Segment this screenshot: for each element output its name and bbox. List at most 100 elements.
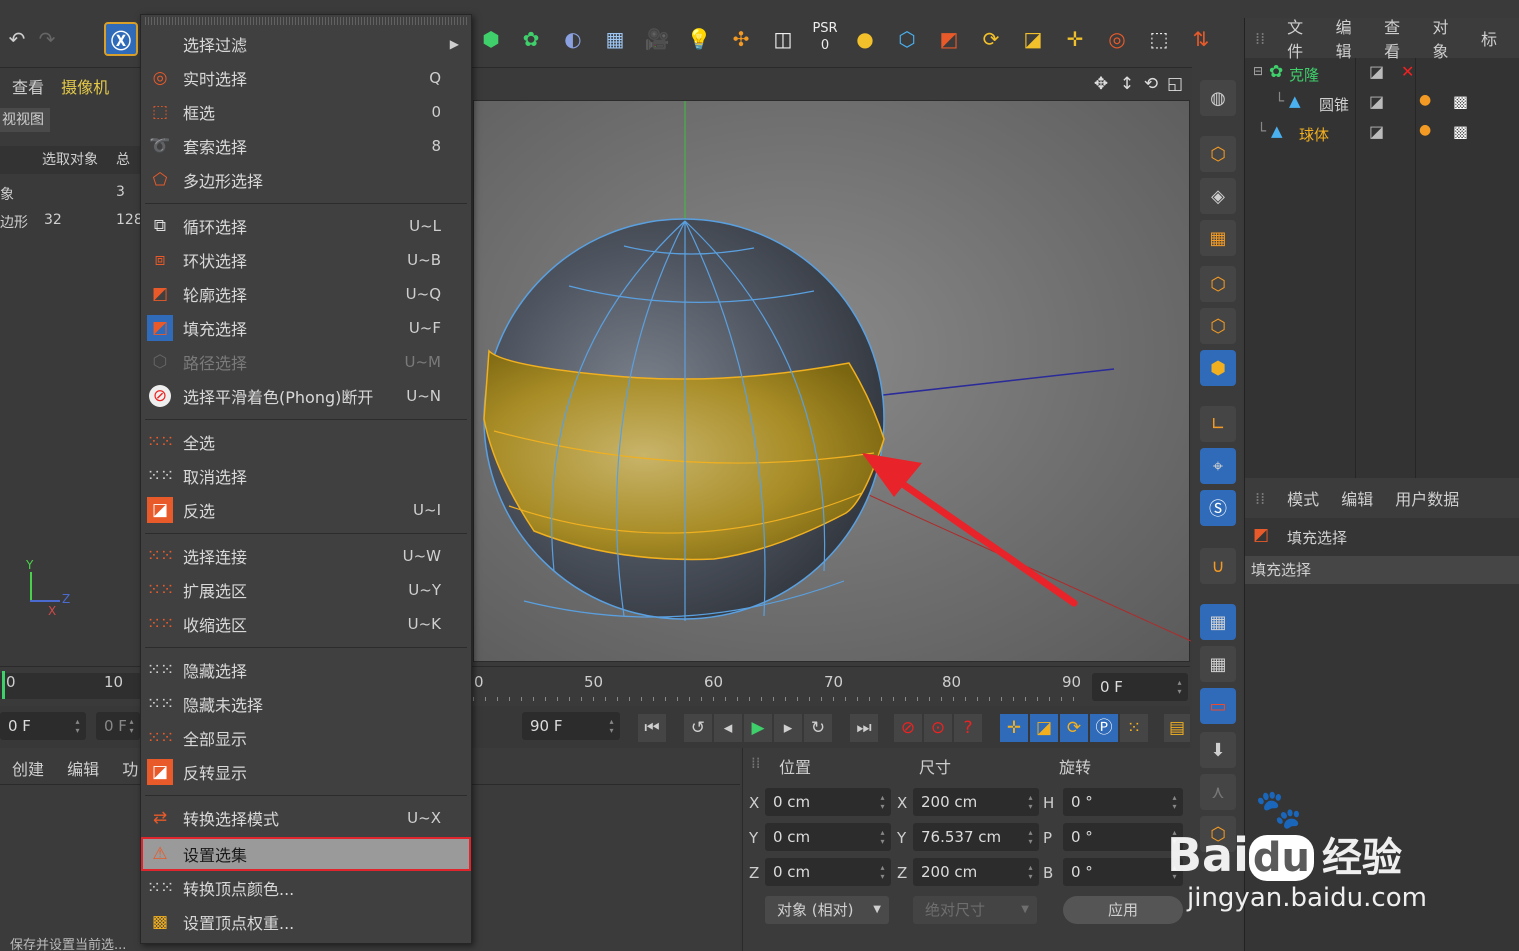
psr-display[interactable]: PSR 0 — [808, 20, 842, 58]
viewport[interactable] — [473, 100, 1191, 662]
poly-mode-icon[interactable]: ◩ — [932, 22, 966, 56]
scheme-icon[interactable]: ▤ — [1164, 714, 1190, 742]
menu-item-hide-unselected[interactable]: ⁙⁙ 隐藏未选择 — [141, 687, 471, 721]
menu-item-invert-visibility[interactable]: ◪ 反转显示 — [141, 755, 471, 789]
coord-mode-select[interactable]: 对象 (相对) ▼ — [765, 896, 889, 924]
current-frame-field[interactable]: 0 F — [1092, 673, 1188, 701]
menu-item-deselect-all[interactable]: ⁙⁙ 取消选择 — [141, 459, 471, 493]
record-icon[interactable]: ⊘ — [894, 714, 922, 742]
deformer-icon[interactable]: ◐ — [556, 22, 590, 56]
size-y-field[interactable]: 76.537 cm — [913, 823, 1039, 851]
menu-item-hide-selected[interactable]: ⁙⁙ 隐藏选择 — [141, 653, 471, 687]
orbit-icon[interactable]: ⟲ — [1139, 72, 1163, 96]
am-menu-userdata[interactable]: 用户数据 — [1395, 486, 1459, 510]
prev-frame-icon[interactable]: ◂ — [714, 714, 742, 742]
zoom-icon[interactable]: ↕ — [1115, 72, 1139, 96]
menu-create[interactable]: 创建 — [12, 760, 44, 779]
start-frame-field[interactable]: 0 F — [0, 712, 86, 740]
scene-icon[interactable]: ✣ — [724, 22, 758, 56]
model-mode-icon[interactable]: ⬡ — [890, 22, 924, 56]
next-key-icon[interactable]: ↻ — [804, 714, 832, 742]
texture-icon[interactable]: ▦ — [1200, 220, 1236, 256]
material-tag-icon[interactable]: ● — [1419, 122, 1431, 138]
generator-icon[interactable]: ✿ — [514, 22, 548, 56]
snap-icon[interactable]: Ⓢ — [1200, 490, 1236, 526]
end-frame-field[interactable]: 90 F — [522, 712, 620, 740]
material-tag-icon[interactable]: ● — [1419, 92, 1431, 108]
menu-item-convert-selection[interactable]: ⇄ 转换选择模式 U~X — [141, 801, 471, 835]
position-y-field[interactable]: 0 cm — [765, 823, 891, 851]
am-menu-edit[interactable]: 编辑 — [1341, 486, 1373, 510]
checker-tag-icon[interactable]: ▩ — [1453, 122, 1468, 141]
pan-icon[interactable]: ✥ — [1089, 72, 1113, 96]
list-item[interactable]: └ ▲ 圆锥 ◪ ● ▩ — [1245, 90, 1519, 118]
menu-function[interactable]: 功 — [122, 760, 138, 779]
key-scale-icon[interactable]: ◪ — [1030, 714, 1058, 742]
polygons-mode-icon[interactable]: ⬢ — [1200, 350, 1236, 386]
key-pla-icon[interactable]: ⁙ — [1120, 714, 1148, 742]
workplane-icon[interactable]: ▦ — [1200, 646, 1236, 682]
menu-item-phong-break-selection[interactable]: ⊘ 选择平滑着色(Phong)断开 U~N — [141, 379, 471, 413]
view-label[interactable]: 视视图 — [0, 108, 50, 132]
viewport-solo-icon[interactable]: ◍ — [1200, 80, 1236, 116]
menu-tearoff-handle[interactable] — [145, 17, 467, 25]
import-icon[interactable]: ⬇ — [1200, 732, 1236, 768]
key-rotation-icon[interactable]: ⟳ — [1060, 714, 1088, 742]
menu-item-select-connected[interactable]: ⁙⁙ 选择连接 U~W — [141, 539, 471, 573]
tab-view[interactable]: 查看 — [12, 78, 44, 97]
tab-camera[interactable]: 摄像机 — [61, 78, 109, 97]
render-region-icon[interactable]: ▭ — [1200, 688, 1236, 724]
edges-mode-icon[interactable]: ⬡ — [1200, 308, 1236, 344]
live-select-icon[interactable]: ◎ — [1100, 22, 1134, 56]
om-menu-object[interactable]: 对象 — [1433, 14, 1459, 62]
make-editable-icon[interactable]: ⬡ — [1200, 136, 1236, 172]
list-item[interactable]: └ ▲ 球体 ◪ ● ▩ — [1245, 120, 1519, 148]
key-param-icon[interactable]: Ⓟ — [1090, 714, 1118, 742]
convert-icon[interactable]: ⇅ — [1184, 22, 1218, 56]
camera-icon[interactable]: 🎥 — [640, 22, 674, 56]
tree-collapse-icon[interactable]: ⊟ — [1253, 64, 1263, 78]
autokey-icon[interactable]: ⊙ — [924, 714, 952, 742]
om-menu-tags[interactable]: 标 — [1481, 26, 1497, 50]
preview-start-field[interactable]: 0 F — [96, 712, 140, 740]
disabled-x-icon[interactable]: ✕ — [1401, 62, 1414, 81]
size-mode-select[interactable]: 绝对尺寸 ▼ — [913, 896, 1037, 924]
light-icon[interactable]: 💡 — [682, 22, 716, 56]
menu-item-loop-selection[interactable]: ⧉ 循环选择 U~L — [141, 209, 471, 243]
menu-item-invert-selection[interactable]: ◪ 反选 U~I — [141, 493, 471, 527]
list-item[interactable]: ⊟ ✿ 克隆 ◪ ✕ — [1245, 60, 1519, 88]
visibility-toggle-icon[interactable]: ◪ — [1369, 92, 1384, 111]
playhead[interactable] — [2, 671, 5, 699]
visibility-toggle-icon[interactable]: ◪ — [1369, 122, 1384, 141]
checker-tag-icon[interactable]: ▩ — [1453, 92, 1468, 111]
tag-tab[interactable]: 填充选择 — [1245, 556, 1519, 584]
om-menu-view[interactable]: 查看 — [1384, 14, 1410, 62]
size-z-field[interactable]: 200 cm — [913, 858, 1039, 886]
redo-icon[interactable]: ↷ — [30, 22, 64, 56]
menu-item-polygon-selection[interactable]: ⬠ 多边形选择 — [141, 163, 471, 197]
x-axis-lock-icon[interactable]: Ⓧ — [104, 22, 138, 56]
menu-item-lasso-selection[interactable]: ➰ 套索选择 8 — [141, 129, 471, 163]
key-position-icon[interactable]: ✛ — [1000, 714, 1028, 742]
om-menu-file[interactable]: 文件 — [1287, 14, 1313, 62]
cube-green-icon[interactable]: ⬢ — [474, 22, 508, 56]
render-view-icon[interactable]: ◫ — [766, 22, 800, 56]
position-x-field[interactable]: 0 cm — [765, 788, 891, 816]
object-name[interactable]: 球体 — [1299, 124, 1329, 145]
menu-item-select-all[interactable]: ⁙⁙ 全选 — [141, 425, 471, 459]
menu-item-set-selection[interactable]: ⚠ 设置选集 — [141, 837, 471, 871]
menu-item-grow-selection[interactable]: ⁙⁙ 扩展选区 U~Y — [141, 573, 471, 607]
xyz-icon[interactable]: ● — [848, 22, 882, 56]
menu-item-ring-selection[interactable]: ⧈ 环状选择 U~B — [141, 243, 471, 277]
om-menu-edit[interactable]: 编辑 — [1336, 14, 1362, 62]
size-x-field[interactable]: 200 cm — [913, 788, 1039, 816]
move-icon[interactable]: ✛ — [1058, 22, 1092, 56]
maximize-icon[interactable]: ◱ — [1163, 72, 1187, 96]
menu-item-outline-selection[interactable]: ◩ 轮廓选择 U~Q — [141, 277, 471, 311]
rotate-icon[interactable]: ⟳ — [974, 22, 1008, 56]
scale-icon[interactable]: ◪ — [1016, 22, 1050, 56]
play-icon[interactable]: ▶ — [744, 714, 772, 742]
points-mode-icon[interactable]: ⬡ — [1200, 266, 1236, 302]
prev-key-icon[interactable]: ↺ — [684, 714, 712, 742]
visibility-toggle-icon[interactable]: ◪ — [1369, 62, 1384, 81]
